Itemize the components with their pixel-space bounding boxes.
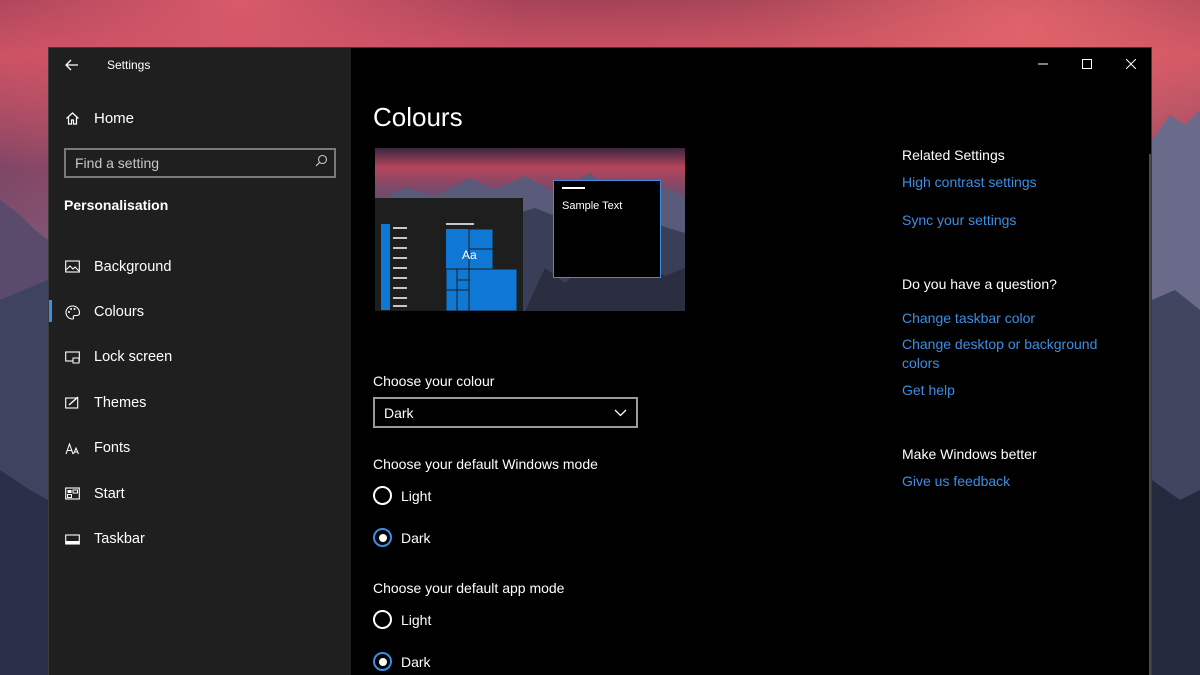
preview-tile-text: Aa <box>462 248 477 262</box>
search-input[interactable] <box>75 155 315 171</box>
preview-start-menu: Aa <box>375 198 523 311</box>
feedback-heading: Make Windows better <box>902 446 1037 462</box>
link-get-help[interactable]: Get help <box>902 381 1122 400</box>
window-title: Settings <box>107 58 151 72</box>
app-mode-dark-radio[interactable]: Dark <box>373 652 431 671</box>
sidebar-item-lock-screen[interactable]: Lock screen <box>49 335 351 380</box>
page-title: Colours <box>373 102 463 132</box>
taskbar-icon <box>65 532 80 547</box>
link-change-desktop-colors[interactable]: Change desktop or background colors <box>902 335 1112 373</box>
colour-dropdown[interactable]: Dark <box>373 397 638 428</box>
sidebar-item-label: Fonts <box>94 440 131 457</box>
sidebar-item-start[interactable]: Start <box>49 471 351 516</box>
sidebar-item-label: Lock screen <box>94 349 173 366</box>
nav-list: Background Colours Lock screen Themes Fo… <box>49 244 351 562</box>
windows-mode-dark-radio[interactable]: Dark <box>373 528 431 547</box>
content-pane: Colours Aa Sample Text Choose your colou… <box>351 48 1153 675</box>
close-button[interactable] <box>1109 48 1153 80</box>
theme-preview: Aa Sample Text <box>375 148 685 311</box>
minimize-button[interactable] <box>1021 48 1065 80</box>
related-heading: Related Settings <box>902 147 1005 163</box>
radio-circle[interactable] <box>373 486 392 505</box>
preview-window-bar <box>562 187 585 189</box>
link-give-feedback[interactable]: Give us feedback <box>902 472 1122 491</box>
windows-mode-light-radio[interactable]: Light <box>373 486 431 505</box>
themes-icon <box>65 395 80 410</box>
lock-screen-icon <box>65 350 80 365</box>
home-icon <box>65 111 80 126</box>
section-title: Personalisation <box>64 197 169 213</box>
preview-sample-text: Sample Text <box>562 200 623 212</box>
picture-icon <box>65 259 80 274</box>
sidebar-item-label: Background <box>94 258 172 275</box>
sidebar: Settings Home Personalisation <box>49 48 351 675</box>
radio-circle-selected[interactable] <box>373 528 392 547</box>
link-sync-settings[interactable]: Sync your settings <box>902 211 1122 230</box>
colour-label: Choose your colour <box>373 373 495 389</box>
minimize-icon <box>1038 63 1048 65</box>
sidebar-item-label: Colours <box>94 304 144 321</box>
maximize-button[interactable] <box>1065 48 1109 80</box>
app-mode-label: Choose your default app mode <box>373 580 565 596</box>
start-icon <box>65 486 80 501</box>
link-change-taskbar-color[interactable]: Change taskbar color <box>902 309 1122 328</box>
search-box[interactable] <box>64 148 336 178</box>
search-icon[interactable] <box>315 154 328 172</box>
back-button[interactable] <box>49 48 95 82</box>
preview-start-list <box>381 223 518 311</box>
chevron-down-icon <box>614 409 627 416</box>
sidebar-item-background[interactable]: Background <box>49 244 351 289</box>
nav-home-label: Home <box>94 109 135 127</box>
close-icon <box>1126 59 1136 69</box>
app-mode-light-radio[interactable]: Light <box>373 610 431 629</box>
maximize-icon <box>1082 59 1092 69</box>
sidebar-item-label: Taskbar <box>94 531 145 548</box>
sidebar-item-label: Start <box>94 485 125 502</box>
window-controls <box>1021 48 1153 80</box>
back-arrow-icon <box>65 59 78 71</box>
fonts-icon <box>65 441 80 456</box>
colour-dropdown-value: Dark <box>384 404 414 421</box>
sidebar-item-colours[interactable]: Colours <box>49 289 351 334</box>
sidebar-item-label: Themes <box>94 394 147 411</box>
sidebar-item-themes[interactable]: Themes <box>49 380 351 425</box>
scrollbar[interactable] <box>1149 154 1151 675</box>
palette-icon <box>65 305 80 320</box>
windows-mode-label: Choose your default Windows mode <box>373 456 598 472</box>
radio-circle-selected[interactable] <box>373 652 392 671</box>
radio-label: Dark <box>401 529 431 546</box>
title-bar: Settings <box>49 48 351 82</box>
question-heading: Do you have a question? <box>902 276 1057 292</box>
radio-label: Light <box>401 487 432 504</box>
settings-window: Settings Home Personalisation <box>48 47 1152 675</box>
radio-label: Dark <box>401 653 431 670</box>
radio-circle[interactable] <box>373 610 392 629</box>
sidebar-item-taskbar[interactable]: Taskbar <box>49 516 351 561</box>
sidebar-item-fonts[interactable]: Fonts <box>49 426 351 471</box>
link-high-contrast[interactable]: High contrast settings <box>902 173 1122 192</box>
nav-home[interactable]: Home <box>49 100 351 136</box>
radio-label: Light <box>401 611 432 628</box>
preview-window: Sample Text <box>553 180 661 278</box>
